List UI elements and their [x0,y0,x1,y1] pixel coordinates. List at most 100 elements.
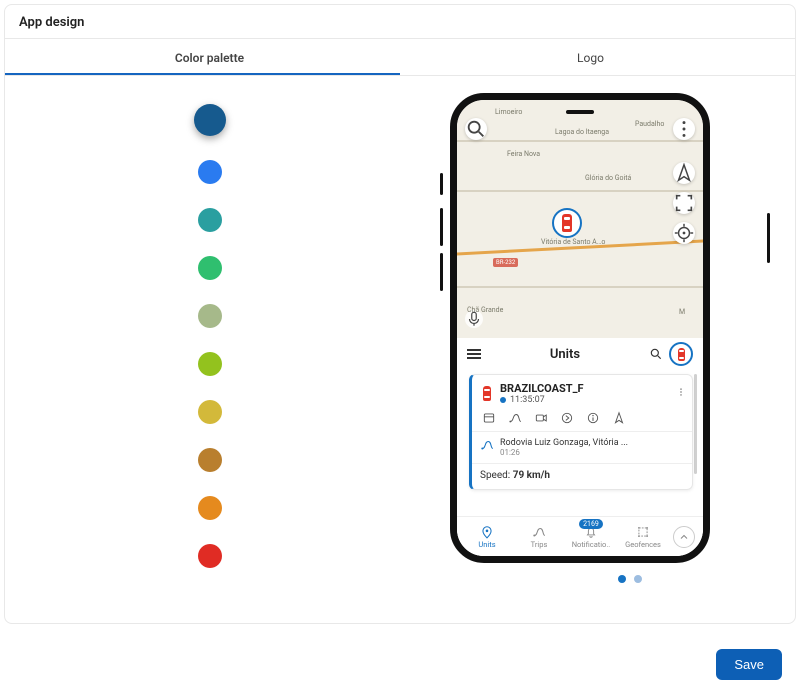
info-icon [586,411,600,425]
action-navigate[interactable] [612,411,626,425]
map-place-label: Chã Grande [467,306,503,314]
map-frame-button[interactable] [673,192,695,214]
action-video[interactable] [534,411,548,425]
map-compass-button[interactable] [673,162,695,184]
pin-icon [480,525,494,539]
navigate-icon [612,411,626,425]
carousel-dot[interactable] [634,575,642,583]
nav-trips[interactable]: Trips [517,525,561,549]
route-icon [508,411,522,425]
unit-filter-button[interactable] [669,342,693,366]
map-place-label: Vitória de Santo A…o [541,238,605,246]
carousel-dot[interactable] [618,575,626,583]
nav-label: Trips [531,540,548,549]
compass-icon [673,162,695,184]
color-swatch[interactable] [194,104,226,136]
unit-card[interactable]: BRAZILCOAST_F 11:35:07 [469,374,693,490]
color-swatch[interactable] [198,544,222,568]
status-dot [500,397,506,403]
color-swatch[interactable] [198,208,222,232]
route-icon [480,438,494,452]
map-place-label: Lagoa do Itaenga [555,128,609,136]
vehicle-marker[interactable] [552,208,582,238]
road-badge: BR-232 [493,258,518,267]
color-palette-column [19,76,400,600]
action-details[interactable] [482,411,496,425]
video-icon [534,411,548,425]
color-swatch[interactable] [198,352,222,376]
nav-expand-button[interactable] [673,526,695,548]
map-minor-road [457,140,703,142]
nav-geofences[interactable]: Geofences [621,525,665,549]
tab-logo[interactable]: Logo [400,39,781,75]
color-swatch[interactable] [198,304,222,328]
scroll-indicator[interactable] [694,374,697,474]
notifications-badge: 2169 [579,519,603,529]
unit-icon [480,383,494,405]
color-swatch[interactable] [198,256,222,280]
divider [472,463,692,464]
speed-label: Speed: [480,470,510,481]
unit-location-time: 01:26 [500,448,628,457]
unit-more-button[interactable] [676,385,686,402]
map-place-label: Limoeiro [495,108,522,116]
carousel-dots [500,575,760,583]
search-icon [465,118,487,140]
car-icon [483,386,491,401]
card-icon [482,411,496,425]
map-place-label: M [679,308,685,316]
unit-time-row: 11:35:07 [500,395,584,405]
unit-name: BRAZILCOAST_F [500,382,584,395]
save-button[interactable]: Save [716,649,782,680]
sheet-header: Units [457,338,703,370]
divider [472,431,692,432]
map-search-button[interactable] [465,118,487,140]
phone-side-button [440,208,443,246]
more-vertical-icon [676,385,686,399]
preview-column: BR-232 [400,76,781,600]
sheet-title: Units [481,347,649,362]
map-minor-road [457,286,703,288]
content-row: BR-232 [19,76,781,600]
chevron-up-icon [678,531,690,543]
color-swatch[interactable] [198,400,222,424]
unit-location: Rodovia Luiz Gonzaga, Vitória ... [500,438,628,448]
phone-wrapper: BR-232 [450,93,760,583]
bottom-nav: Units Trips 2169 Notificatio.. [457,516,703,556]
unit-actions [480,411,684,425]
map-more-button[interactable] [673,118,695,140]
share-icon [560,411,574,425]
action-route[interactable] [508,411,522,425]
tabs: Color palette Logo [19,39,781,75]
tab-color-palette[interactable]: Color palette [19,39,400,75]
map-minor-road [457,190,703,192]
route-icon [480,438,494,452]
bottom-sheet: Units [457,338,703,556]
unit-location-row: Rodovia Luiz Gonzaga, Vitória ... 01:26 [480,438,684,457]
phone-side-button [440,173,443,195]
phone-side-button [767,213,770,263]
map-place-label: Paudalho [635,120,664,128]
action-info[interactable] [586,411,600,425]
color-swatch[interactable] [198,496,222,520]
action-share[interactable] [560,411,574,425]
unit-header: BRAZILCOAST_F 11:35:07 [480,382,684,405]
sheet-search-button[interactable] [649,347,663,361]
menu-button[interactable] [467,353,481,355]
map-locate-button[interactable] [673,222,695,244]
crosshair-icon [673,222,695,244]
unit-time: 11:35:07 [510,395,545,405]
map-area[interactable]: BR-232 [457,100,703,338]
frame-icon [673,192,695,214]
color-swatch[interactable] [198,448,222,472]
route-icon [532,525,546,539]
car-icon [562,214,572,232]
nav-units[interactable]: Units [465,525,509,549]
nav-label: Units [478,540,495,549]
more-vertical-icon [673,118,695,140]
nav-label: Geofences [625,540,661,549]
map-place-label: Glória do Goitá [585,174,631,182]
nav-notifications[interactable]: 2169 Notificatio.. [569,525,613,549]
car-icon [678,348,685,361]
color-swatch[interactable] [198,160,222,184]
